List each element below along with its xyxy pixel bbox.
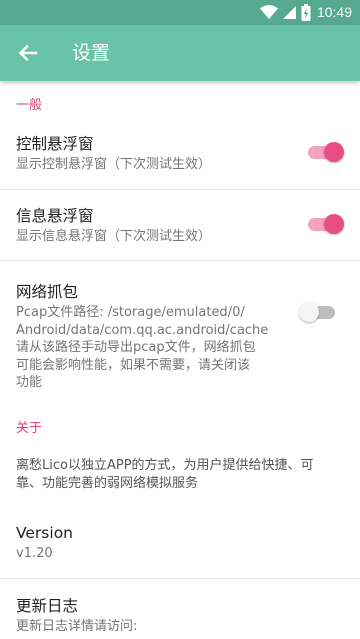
settings-screen: 10:49 设置 一般 控制悬浮窗 显示控制悬浮窗（下次测试生效） 信息悬浮窗 … bbox=[0, 0, 360, 639]
battery-charging-icon bbox=[301, 3, 311, 22]
pref-float-control[interactable]: 控制悬浮窗 显示控制悬浮窗（下次测试生效） bbox=[0, 119, 360, 189]
pref-summary: 功能 bbox=[16, 375, 43, 390]
app-bar: 设置 bbox=[0, 25, 360, 81]
about-description-line: 靠、功能完善的弱网络模拟服务 bbox=[16, 476, 199, 491]
pref-title: 更新日志 bbox=[16, 597, 79, 615]
switch-thumb bbox=[299, 302, 319, 322]
pref-packet-capture[interactable]: 网络抓包 Pcap文件路径: /storage/emulated/0/ Andr… bbox=[0, 261, 360, 391]
pref-changelog[interactable]: 更新日志 更新日志详情请访问: bbox=[0, 579, 360, 639]
float-control-switch[interactable] bbox=[304, 140, 344, 164]
switch-thumb bbox=[324, 214, 344, 234]
pref-version[interactable]: Version v1.20 bbox=[0, 506, 360, 578]
pref-title: 网络抓包 bbox=[16, 283, 79, 301]
float-info-switch[interactable] bbox=[304, 212, 344, 236]
back-button[interactable] bbox=[14, 39, 42, 67]
about-description-line: 离愁Lico以独立APP的方式，为用户提供给快捷、可 bbox=[16, 458, 314, 473]
pref-summary: Android/data/com.qq.ac.android/cache bbox=[16, 322, 269, 338]
settings-list[interactable]: 一般 控制悬浮窗 显示控制悬浮窗（下次测试生效） 信息悬浮窗 显示信息悬浮窗（下… bbox=[0, 81, 360, 639]
status-time: 10:49 bbox=[316, 4, 352, 20]
packet-capture-switch[interactable] bbox=[299, 300, 339, 324]
pref-title: Version bbox=[16, 524, 73, 542]
page-title: 设置 bbox=[72, 42, 111, 64]
pref-summary: 请从该路径手动导出pcap文件，网络抓包 bbox=[16, 340, 256, 355]
pref-title: 控制悬浮窗 bbox=[16, 135, 94, 153]
pref-summary: 可能会影响性能，如果不需要，请关闭该 bbox=[16, 357, 251, 373]
pref-summary: 更新日志详情请访问: bbox=[16, 619, 138, 634]
status-bar: 10:49 bbox=[0, 0, 360, 25]
section-header-general: 一般 bbox=[16, 98, 43, 113]
status-icons: 10:49 bbox=[259, 3, 352, 22]
pref-float-info[interactable]: 信息悬浮窗 显示信息悬浮窗（下次测试生效） bbox=[0, 190, 360, 260]
section-header-about: 关于 bbox=[16, 421, 43, 436]
pref-title: 信息悬浮窗 bbox=[16, 207, 94, 225]
arrow-left-icon bbox=[18, 44, 38, 62]
pref-summary: v1.20 bbox=[16, 546, 53, 561]
pref-summary: 显示控制悬浮窗（下次测试生效） bbox=[16, 157, 212, 172]
pref-summary: Pcap文件路径: /storage/emulated/0/ bbox=[16, 305, 245, 320]
pref-about-description[interactable]: 离愁Lico以独立APP的方式，为用户提供给快捷、可 靠、功能完善的弱网络模拟服… bbox=[0, 446, 360, 506]
signal-icon bbox=[281, 3, 297, 22]
wifi-icon bbox=[259, 3, 279, 22]
pref-summary: 显示信息悬浮窗（下次测试生效） bbox=[16, 229, 212, 244]
switch-thumb bbox=[324, 142, 344, 162]
